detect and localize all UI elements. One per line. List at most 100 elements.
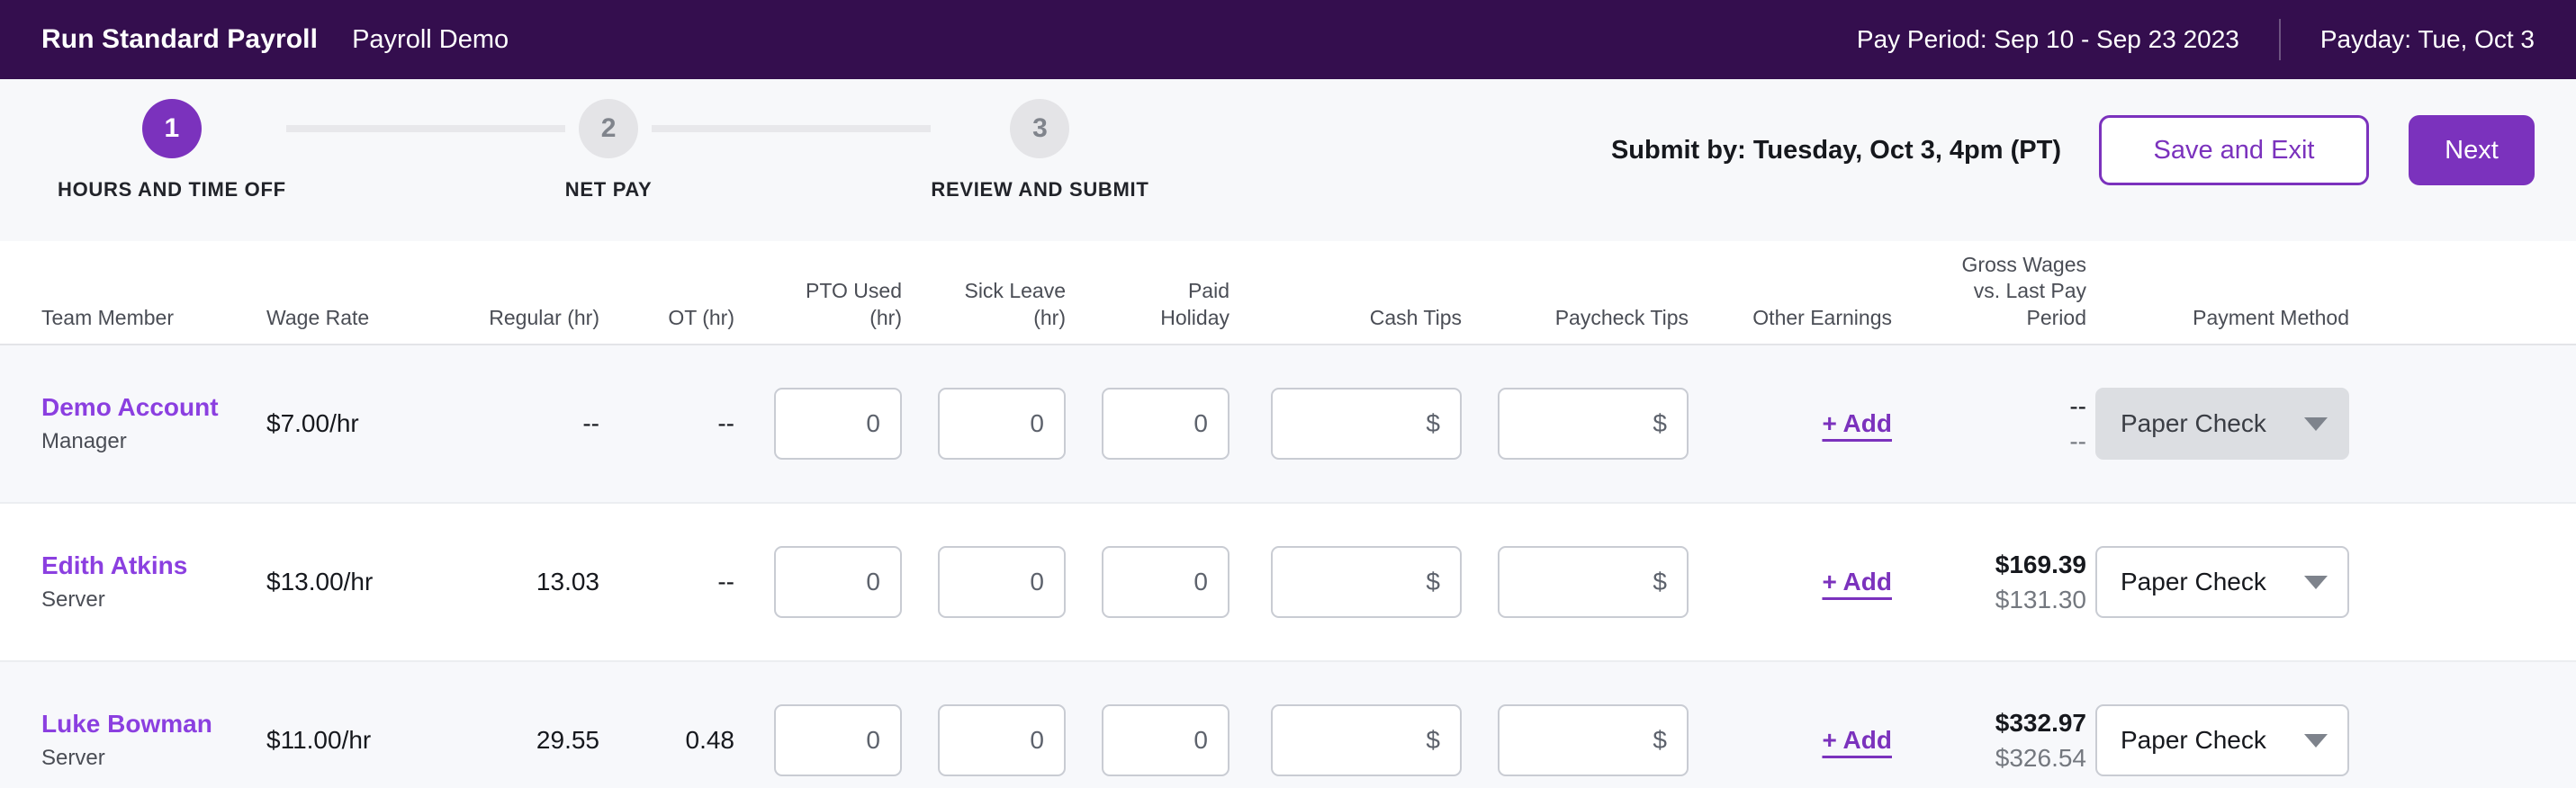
payment-method-select[interactable]: Paper Check xyxy=(2095,388,2349,460)
paid-holiday-cell xyxy=(1066,546,1229,618)
table-header-row: Team Member Wage Rate Regular (hr) OT (h… xyxy=(0,241,2576,345)
paid-holiday-cell xyxy=(1066,704,1229,776)
cash-tips-cell xyxy=(1229,704,1462,776)
team-member-role: Manager xyxy=(41,428,127,453)
payment-method-cell: Paper Check xyxy=(2086,704,2349,776)
step-2-circle[interactable]: 2 xyxy=(579,99,639,158)
cash-tips-input[interactable] xyxy=(1271,704,1462,776)
payment-method-value: Paper Check xyxy=(2121,568,2266,595)
column-header-wage-rate: Wage Rate xyxy=(266,305,370,329)
header-right-group: Pay Period: Sep 10 - Sep 23 2023 Payday:… xyxy=(1857,19,2535,60)
paycheck-tips-cell xyxy=(1462,388,1689,460)
table-row: Demo Account Manager $7.00/hr -- -- + Ad… xyxy=(0,345,2576,504)
column-header-cash-tips: Cash Tips xyxy=(1369,305,1462,329)
team-member-cell: Edith Atkins Server xyxy=(41,551,266,613)
header-left-group: Run Standard Payroll Payroll Demo xyxy=(41,24,509,55)
pto-used-cell xyxy=(734,704,902,776)
column-header-paid-holiday: Paid Holiday xyxy=(1160,279,1229,329)
team-member-cell: Luke Bowman Server xyxy=(41,709,266,771)
chevron-down-icon xyxy=(2304,416,2328,431)
paid-holiday-cell xyxy=(1066,388,1229,460)
column-header-pto-used: PTO Used (hr) xyxy=(806,279,902,329)
team-member-role: Server xyxy=(41,745,105,770)
cash-tips-input[interactable] xyxy=(1271,546,1462,618)
payment-method-cell: Paper Check xyxy=(2086,388,2349,460)
sick-leave-input[interactable] xyxy=(938,546,1066,618)
step-review-and-submit[interactable]: 3 REVIEW AND SUBMIT xyxy=(931,99,1148,201)
paycheck-tips-input[interactable] xyxy=(1498,388,1689,460)
other-earnings-cell: + Add xyxy=(1689,409,1892,438)
other-earnings-cell: + Add xyxy=(1689,726,1892,755)
add-other-earnings-link[interactable]: + Add xyxy=(1822,409,1892,438)
ot-hours-cell: 0.48 xyxy=(685,726,735,754)
app-header: Run Standard Payroll Payroll Demo Pay Pe… xyxy=(0,0,2576,79)
table-row: Luke Bowman Server $11.00/hr 29.55 0.48 … xyxy=(0,662,2576,788)
save-and-exit-button[interactable]: Save and Exit xyxy=(2099,115,2369,185)
gross-wages-previous: $131.30 xyxy=(1995,586,2086,613)
column-header-ot-hr: OT (hr) xyxy=(668,305,734,329)
step-1-circle[interactable]: 1 xyxy=(141,99,202,158)
step-hours-and-time-off[interactable]: 1 HOURS AND TIME OFF xyxy=(58,99,286,201)
column-header-payment-method: Payment Method xyxy=(2193,305,2349,329)
step-3-circle[interactable]: 3 xyxy=(1010,99,1070,158)
paid-holiday-input[interactable] xyxy=(1102,388,1229,460)
gross-wages-current: $169.39 xyxy=(1995,551,2086,578)
regular-hours-cell: 29.55 xyxy=(536,726,599,754)
payment-method-select[interactable]: Paper Check xyxy=(2095,704,2349,776)
wage-rate-cell: $7.00/hr xyxy=(266,409,359,437)
gross-wages-cell: $169.39 $131.30 xyxy=(1892,549,2086,615)
column-header-paycheck-tips: Paycheck Tips xyxy=(1554,305,1689,329)
cash-tips-cell xyxy=(1229,546,1462,618)
paycheck-tips-cell xyxy=(1462,546,1689,618)
pto-used-input[interactable] xyxy=(774,704,902,776)
paycheck-tips-cell xyxy=(1462,704,1689,776)
pto-used-input[interactable] xyxy=(774,546,902,618)
action-bar: Submit by: Tuesday, Oct 3, 4pm (PT) Save… xyxy=(1611,79,2535,185)
paycheck-tips-input[interactable] xyxy=(1498,704,1689,776)
regular-hours-cell: 13.03 xyxy=(536,568,599,595)
sick-leave-input[interactable] xyxy=(938,388,1066,460)
pto-used-input[interactable] xyxy=(774,388,902,460)
column-header-sick-leave: Sick Leave (hr) xyxy=(964,279,1066,329)
add-other-earnings-link[interactable]: + Add xyxy=(1822,568,1892,596)
ot-hours-cell: -- xyxy=(717,568,734,595)
chevron-down-icon xyxy=(2304,575,2328,589)
team-member-name-link[interactable]: Edith Atkins xyxy=(41,551,266,581)
sick-leave-input[interactable] xyxy=(938,704,1066,776)
payroll-table: Team Member Wage Rate Regular (hr) OT (h… xyxy=(0,241,2576,788)
payment-method-value: Paper Check xyxy=(2121,726,2266,754)
gross-wages-previous: -- xyxy=(2069,427,2086,455)
wage-rate-cell: $11.00/hr xyxy=(266,726,372,754)
company-name: Payroll Demo xyxy=(352,25,509,54)
sick-leave-cell xyxy=(902,546,1066,618)
step-1-label: HOURS AND TIME OFF xyxy=(58,178,286,201)
gross-wages-cell: $332.97 $326.54 xyxy=(1892,707,2086,774)
gross-wages-current: $332.97 xyxy=(1995,709,2086,737)
pto-used-cell xyxy=(734,388,902,460)
wage-rate-cell: $13.00/hr xyxy=(266,568,374,595)
cash-tips-input[interactable] xyxy=(1271,388,1462,460)
step-connector-2-3 xyxy=(652,125,932,132)
step-3-label: REVIEW AND SUBMIT xyxy=(931,178,1149,201)
other-earnings-cell: + Add xyxy=(1689,568,1892,596)
team-member-name-link[interactable]: Demo Account xyxy=(41,392,266,423)
step-connector-1-2 xyxy=(285,125,565,132)
cash-tips-cell xyxy=(1229,388,1462,460)
payment-method-select[interactable]: Paper Check xyxy=(2095,546,2349,618)
team-member-cell: Demo Account Manager xyxy=(41,392,266,454)
sick-leave-cell xyxy=(902,704,1066,776)
add-other-earnings-link[interactable]: + Add xyxy=(1822,726,1892,755)
page-title: Run Standard Payroll xyxy=(41,24,319,54)
paycheck-tips-input[interactable] xyxy=(1498,546,1689,618)
column-header-regular-hr: Regular (hr) xyxy=(489,305,599,329)
table-row: Edith Atkins Server $13.00/hr 13.03 -- +… xyxy=(0,504,2576,662)
header-divider xyxy=(2278,19,2281,60)
step-2-label: NET PAY xyxy=(564,178,653,201)
column-header-other-earnings: Other Earnings xyxy=(1752,305,1892,329)
gross-wages-current: -- xyxy=(2069,392,2086,420)
next-button[interactable]: Next xyxy=(2409,115,2535,185)
step-net-pay[interactable]: 2 NET PAY xyxy=(565,99,653,201)
paid-holiday-input[interactable] xyxy=(1102,546,1229,618)
team-member-name-link[interactable]: Luke Bowman xyxy=(41,709,266,739)
paid-holiday-input[interactable] xyxy=(1102,704,1229,776)
